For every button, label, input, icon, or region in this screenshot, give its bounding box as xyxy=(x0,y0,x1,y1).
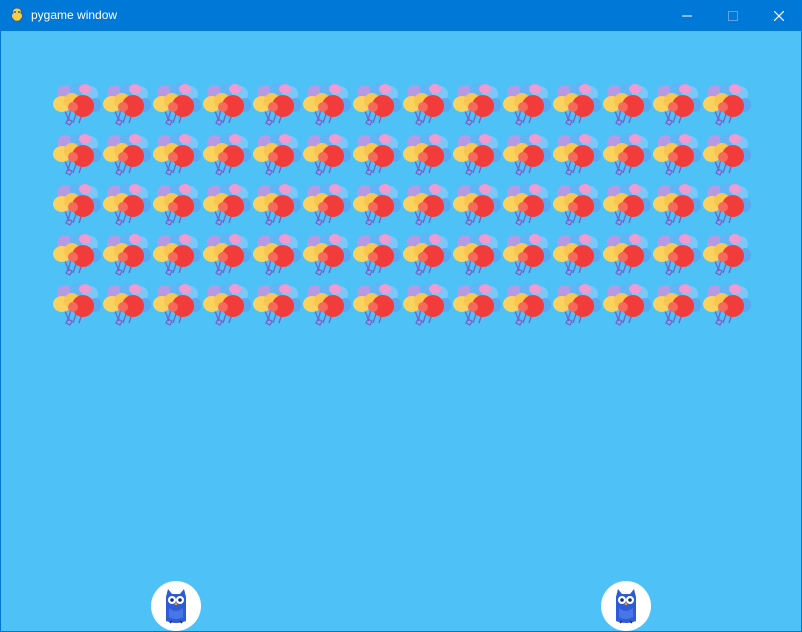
balloon-bunch-icon xyxy=(101,81,151,131)
minimize-icon xyxy=(682,15,692,16)
balloon-bunch-icon xyxy=(651,281,701,331)
maximize-icon xyxy=(728,10,738,21)
window-title: pygame window xyxy=(31,8,118,22)
balloon-bunch-icon xyxy=(401,81,451,131)
minimize-button[interactable] xyxy=(664,0,710,31)
balloon-bunch-icon xyxy=(601,231,651,281)
balloon-bunch-icon xyxy=(501,281,551,331)
balloon-bunch-icon xyxy=(301,231,351,281)
balloon-bunch-icon xyxy=(701,131,751,181)
balloon-bunch-icon xyxy=(651,81,701,131)
balloon-bunch-icon xyxy=(151,231,201,281)
title-bar[interactable]: pygame window xyxy=(0,0,802,31)
balloon-bunch-icon xyxy=(351,181,401,231)
balloon-bunch-icon xyxy=(551,181,601,231)
balloon-bunch-icon xyxy=(501,181,551,231)
balloon-bunch-icon xyxy=(151,281,201,331)
balloon-bunch-icon xyxy=(151,131,201,181)
balloon-bunch-icon xyxy=(301,131,351,181)
game-canvas[interactable] xyxy=(1,31,801,631)
balloon-bunch-icon xyxy=(101,231,151,281)
balloon-bunch-icon xyxy=(151,181,201,231)
balloon-bunch-icon xyxy=(701,181,751,231)
balloon-bunch-icon xyxy=(601,281,651,331)
balloon-bunch-icon xyxy=(51,81,101,131)
balloon-bunch-icon xyxy=(351,281,401,331)
balloon-bunch-icon xyxy=(601,131,651,181)
balloon-bunch-icon xyxy=(201,81,251,131)
balloon-bunch-icon xyxy=(351,231,401,281)
balloon-bunch-icon xyxy=(251,81,301,131)
maximize-button xyxy=(710,0,756,31)
balloon-bunch-icon xyxy=(201,181,251,231)
balloon-bunch-icon xyxy=(101,181,151,231)
pygame-snake-icon xyxy=(11,7,23,22)
balloon-bunch-icon xyxy=(251,181,301,231)
balloon-bunch-icon xyxy=(251,281,301,331)
balloon-bunch-icon xyxy=(101,281,151,331)
balloon-bunch-icon xyxy=(201,281,251,331)
balloon-bunch-icon xyxy=(651,231,701,281)
pygame-window: pygame window xyxy=(0,0,802,632)
balloon-bunch-icon xyxy=(501,131,551,181)
balloon-bunch-icon xyxy=(451,181,501,231)
balloon-bunch-icon xyxy=(601,181,651,231)
balloon-bunch-icon xyxy=(551,281,601,331)
owl-icon xyxy=(601,581,651,631)
balloon-bunch-icon xyxy=(401,131,451,181)
balloon-bunch-icon xyxy=(151,81,201,131)
balloon-bunch-icon xyxy=(701,81,751,131)
balloon-bunch-icon xyxy=(301,281,351,331)
balloon-bunch-icon xyxy=(651,181,701,231)
balloon-bunch-icon xyxy=(201,231,251,281)
balloon-bunch-icon xyxy=(451,231,501,281)
balloon-bunch-icon xyxy=(551,131,601,181)
balloon-bunch-icon xyxy=(351,131,401,181)
balloon-bunch-icon xyxy=(251,231,301,281)
balloon-bunch-icon xyxy=(451,131,501,181)
balloon-bunch-icon xyxy=(701,281,751,331)
balloon-bunch-icon xyxy=(51,231,101,281)
balloon-bunch-icon xyxy=(601,81,651,131)
balloon-bunch-icon xyxy=(101,131,151,181)
balloon-bunch-icon xyxy=(51,131,101,181)
balloon-bunch-icon xyxy=(251,131,301,181)
balloon-bunch-icon xyxy=(651,131,701,181)
close-button[interactable] xyxy=(756,0,802,31)
balloon-bunch-icon xyxy=(51,281,101,331)
balloon-bunch-icon xyxy=(451,281,501,331)
balloon-bunch-icon xyxy=(301,81,351,131)
balloon-bunch-icon xyxy=(401,181,451,231)
balloon-bunch-icon xyxy=(451,81,501,131)
balloon-bunch-icon xyxy=(701,231,751,281)
balloon-bunch-icon xyxy=(201,131,251,181)
balloon-bunch-icon xyxy=(51,181,101,231)
balloon-bunch-icon xyxy=(401,281,451,331)
balloon-bunch-icon xyxy=(551,231,601,281)
balloon-bunch-icon xyxy=(501,81,551,131)
owl-icon xyxy=(151,581,201,631)
balloon-bunch-icon xyxy=(351,81,401,131)
balloon-bunch-icon xyxy=(501,231,551,281)
close-icon xyxy=(774,10,784,21)
balloon-bunch-icon xyxy=(301,181,351,231)
balloon-bunch-icon xyxy=(551,81,601,131)
balloon-bunch-icon xyxy=(401,231,451,281)
